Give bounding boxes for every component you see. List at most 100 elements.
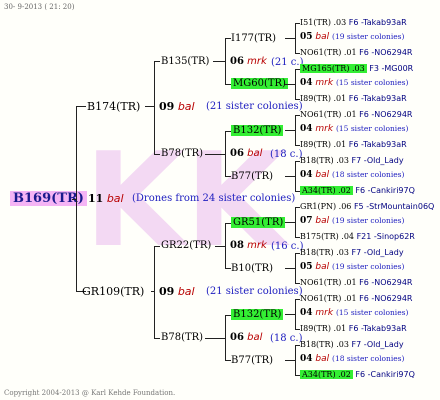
upper-b-connector [225, 131, 226, 177]
lower-b-stub [205, 338, 225, 339]
upper-a-branch [154, 61, 160, 62]
gen4-stub [285, 176, 295, 177]
gen4-line-label: F6 -Cankiri97Q [355, 186, 415, 195]
gen4-stub [285, 84, 295, 85]
gen4-number: 05 [300, 262, 313, 272]
upper-a-q1[interactable]: I177(TR) [231, 33, 276, 44]
lower-a-mark-label: mrk [247, 240, 267, 251]
upper-connector [154, 61, 155, 155]
gen4-queen[interactable]: I89(TR) .01 [300, 324, 346, 333]
root-upper-branch [76, 106, 86, 107]
upper-b-mark-label: bal [247, 148, 263, 159]
lower-number: 09 [159, 285, 175, 298]
gen4-line-label: F6 -Takab93aR [348, 140, 407, 149]
gen4-note: (19 sister colonies) [332, 216, 405, 225]
root-number: 11 [88, 192, 104, 205]
gen4-queen[interactable]: B175(TR) .04 [300, 232, 354, 241]
gen4-queen[interactable]: I89(TR) .01 [300, 140, 346, 149]
gen4-queen[interactable]: NO61(TR) .01 [300, 110, 357, 119]
upper-a-q2[interactable]: MG60(TR) [231, 78, 288, 89]
upper-b-q2[interactable]: B77(TR) [231, 171, 273, 182]
gen4-sire-row: MG165(TR) .03 F3 -MG00R [300, 64, 413, 73]
gen4-mark-row: 04 bal (18 sister colonies) [300, 354, 404, 364]
gen4-stub [285, 314, 295, 315]
gen4-mark-row: 05 bal (19 sister colonies) [300, 262, 404, 272]
lower-a-connector [225, 223, 226, 269]
gen4-sire-row: B18(TR) .03 F7 -Old_Lady [300, 248, 404, 257]
gen4-queen[interactable]: NO61(TR) .01 [300, 294, 357, 303]
gen4-stub [285, 360, 295, 361]
upper-b-note: (18 c.) [270, 149, 303, 160]
gen4-note: (18 sister colonies) [332, 170, 405, 179]
root-generation-mark: 11 bal [88, 192, 124, 205]
lower-a-q2[interactable]: B10(TR) [231, 263, 273, 274]
gen4-stub [285, 38, 295, 39]
upper-b-q1[interactable]: B132(TR) [231, 125, 284, 136]
lower-a-stub [215, 246, 225, 247]
lower-b-queen[interactable]: B78(TR) [161, 332, 203, 343]
gen4-stub [285, 222, 295, 223]
gen4-queen[interactable]: B18(TR) .03 [300, 248, 349, 257]
gen4-note: (19 sister colonies) [332, 262, 405, 271]
gen4-line-label: F21 -Sinop62R [356, 232, 415, 241]
upper-a-stub [213, 61, 225, 62]
gen4-queen[interactable]: MG165(TR) .03 [300, 64, 367, 73]
gen4-dam-row: NO61(TR) .01 F6 -NO6294R [300, 278, 412, 287]
upper-b-stub [205, 154, 225, 155]
gen4-line-label: F6 -Takab93aR [348, 94, 407, 103]
gen4-mark: bal [315, 32, 330, 42]
gen4-number: 04 [300, 170, 313, 180]
lower-a-queen[interactable]: GR22(TR) [161, 240, 211, 251]
gen4-queen[interactable]: A34(TR) .02 [300, 186, 353, 195]
gen4-queen[interactable]: NO61(TR) .01 [300, 48, 357, 57]
gen4-dam-row: I89(TR) .01 F6 -Takab93aR [300, 94, 407, 103]
gen4-dam-row: I89(TR) .01 F6 -Takab93aR [300, 324, 407, 333]
upper-mark: bal [177, 100, 195, 113]
gen4-mark: mrk [315, 124, 334, 134]
gen4-connector [295, 23, 296, 53]
gen4-queen[interactable]: I51(TR) .03 [300, 18, 346, 27]
gen4-queen[interactable]: B18(TR) .03 [300, 340, 349, 349]
gen4-queen[interactable]: A34(TR) .02 [300, 370, 353, 379]
upper-number: 09 [159, 100, 175, 113]
lower-b-number: 06 [230, 332, 244, 343]
upper-parent[interactable]: B174(TR) [87, 100, 140, 113]
gen4-mark: mrk [315, 78, 334, 88]
upper-b-mark: 06 bal [230, 148, 262, 159]
gen4-connector [295, 207, 296, 237]
gen4-line-label: F7 -Old_Lady [351, 156, 404, 165]
gen4-mark-row: 04 mrk (15 sister colonies) [300, 78, 408, 88]
gen4-mark: mrk [315, 308, 334, 318]
gen4-dam-row: A34(TR) .02 F6 -Cankiri97Q [300, 186, 415, 195]
gen4-line-label: F6 -NO6294R [359, 110, 413, 119]
lower-a-q1[interactable]: GR51(TR) [231, 217, 286, 228]
lower-parent-mark: 09 bal [159, 285, 195, 298]
upper-a-mark: 06 mrk [230, 56, 267, 67]
gen4-sire-row: NO61(TR) .01 F6 -NO6294R [300, 110, 412, 119]
lower-b-mark: 06 bal [230, 332, 262, 343]
gen4-queen[interactable]: B18(TR) .03 [300, 156, 349, 165]
gen4-mark-row: 07 bal (19 sister colonies) [300, 216, 404, 226]
gen4-note: (18 sister colonies) [332, 354, 405, 363]
upper-a-connector [225, 38, 226, 85]
gen4-line-label: F7 -Old_Lady [351, 340, 404, 349]
upper-a-mark-label: mrk [247, 56, 267, 67]
gen4-line-label: F6 -NO6294R [359, 278, 413, 287]
gen4-line-label: F6 -Takab93aR [348, 324, 407, 333]
lower-b-q1[interactable]: B132(TR) [231, 309, 284, 320]
gen4-sire-row: GR1(PN) .06 F5 -StrMountain06Q [300, 202, 434, 211]
lower-b-q2[interactable]: B77(TR) [231, 355, 273, 366]
gen4-note: (15 sister colonies) [335, 124, 409, 133]
upper-note: (21 sister colonies) [206, 101, 303, 112]
lower-a-mark: 08 mrk [230, 240, 267, 251]
gen4-queen[interactable]: GR1(PN) .06 [300, 202, 351, 211]
gen4-queen[interactable]: I89(TR) .01 [300, 94, 346, 103]
gen4-number: 05 [300, 32, 313, 42]
upper-a-queen[interactable]: B135(TR) [161, 56, 209, 67]
upper-b-number: 06 [230, 148, 244, 159]
gen4-queen[interactable]: NO61(TR) .01 [300, 278, 357, 287]
lower-parent[interactable]: GR109(TR) [82, 285, 144, 298]
gen4-mark-row: 05 bal (19 sister colonies) [300, 32, 404, 42]
gen4-connector [295, 299, 296, 329]
upper-b-queen[interactable]: B78(TR) [161, 148, 203, 159]
